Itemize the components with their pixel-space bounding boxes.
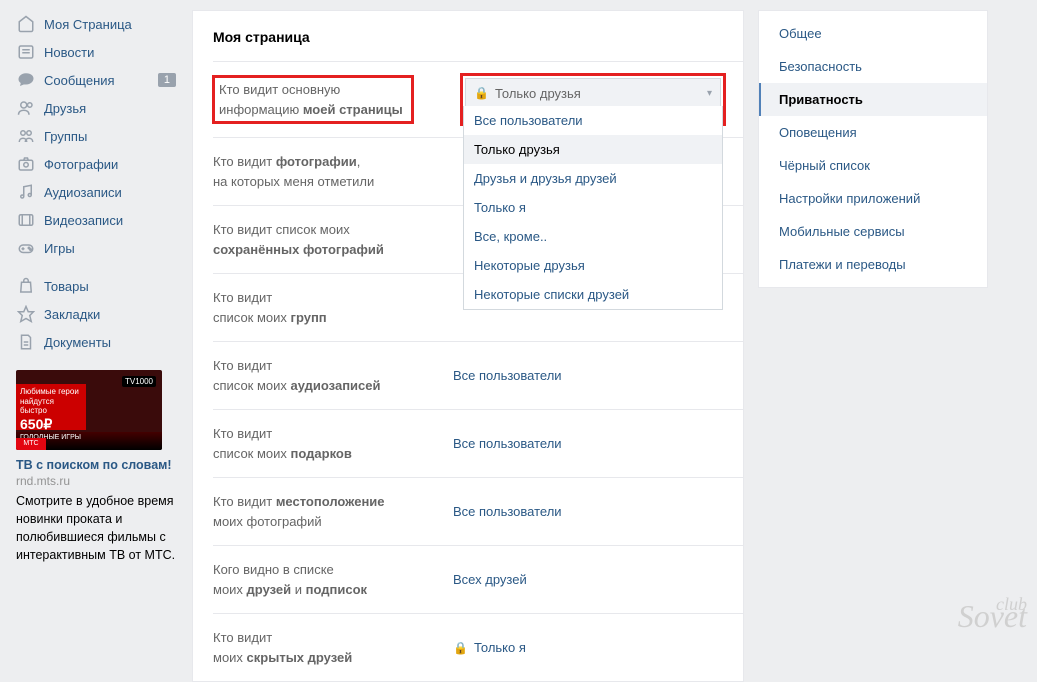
left-nav: Моя Страница Новости Сообщения 1 Друзья … [10, 10, 182, 682]
lock-icon: 🔒 [474, 86, 489, 100]
tab-notifications[interactable]: Оповещения [759, 116, 987, 149]
privacy-dropdown[interactable]: 🔒 Только друзья ▾ Все пользователи Тольк… [463, 76, 723, 123]
friends-icon [16, 98, 36, 118]
ad-title: ТВ с поиском по словам! [16, 458, 178, 472]
tab-blacklist[interactable]: Чёрный список [759, 149, 987, 182]
setting-row-friends-list: Кого видно в списке моих друзей и подпис… [213, 545, 743, 613]
setting-value[interactable]: Все пользователи [453, 424, 723, 463]
setting-value[interactable]: Все пользователи [453, 356, 723, 395]
watermark: club Sovet [958, 598, 1027, 627]
gamepad-icon [16, 238, 36, 258]
nav-groups[interactable]: Группы [10, 122, 182, 150]
ad-description: Смотрите в удобное время новинки проката… [16, 492, 178, 565]
tab-security[interactable]: Безопасность [759, 50, 987, 83]
ad-domain: rnd.mts.ru [16, 474, 178, 488]
tab-payments[interactable]: Платежи и переводы [759, 248, 987, 281]
nav-label: Сообщения [44, 73, 115, 88]
dropdown-option[interactable]: Только друзья [464, 135, 722, 164]
setting-value[interactable]: 🔒 Только я [453, 628, 723, 667]
nav-label: Документы [44, 335, 111, 350]
dropdown-option[interactable]: Друзья и друзья друзей [464, 164, 722, 193]
ad-channel-badge: TV1000 [122, 376, 156, 387]
nav-label: Аудиозаписи [44, 185, 122, 200]
setting-label: Кто видит список моих сохранённых фотогр… [213, 220, 453, 259]
dropdown-option[interactable]: Только я [464, 193, 722, 222]
nav-photos[interactable]: Фотографии [10, 150, 182, 178]
nav-label: Игры [44, 241, 75, 256]
ad-block[interactable]: TV1000 Любимые герои найдутся быстро 650… [10, 370, 182, 565]
groups-icon [16, 126, 36, 146]
nav-divider [10, 262, 182, 272]
dropdown-option[interactable]: Некоторые друзья [464, 251, 722, 280]
nav-friends[interactable]: Друзья [10, 94, 182, 122]
nav-label: Товары [44, 279, 89, 294]
home-icon [16, 14, 36, 34]
setting-label: Кто видит список моих подарков [213, 424, 453, 463]
ad-strip: Любимые герои найдутся быстро 650₽ [16, 384, 86, 430]
nav-label: Закладки [44, 307, 100, 322]
nav-label: Новости [44, 45, 94, 60]
dropdown-option[interactable]: Все, кроме.. [464, 222, 722, 251]
dropdown-option[interactable]: Все пользователи [464, 106, 722, 135]
setting-label: Кого видно в списке моих друзей и подпис… [213, 560, 453, 599]
nav-bookmarks[interactable]: Закладки [10, 300, 182, 328]
tab-privacy[interactable]: Приватность [759, 83, 987, 116]
setting-row-gifts: Кто видит список моих подарков Все польз… [213, 409, 743, 477]
ad-image: TV1000 Любимые герои найдутся быстро 650… [16, 370, 162, 450]
nav-audio[interactable]: Аудиозаписи [10, 178, 182, 206]
setting-label: Кто видит список моих групп [213, 288, 453, 327]
tab-general[interactable]: Общее [759, 17, 987, 50]
setting-label: Кто видит местоположение моих фотографий [213, 492, 453, 531]
nav-label: Видеозаписи [44, 213, 123, 228]
nav-games[interactable]: Игры [10, 234, 182, 262]
setting-row-basic-info: Кто видит основную информацию моей стран… [213, 61, 743, 137]
lock-icon: 🔒 [453, 641, 468, 655]
setting-row-audio: Кто видит список моих аудиозаписей Все п… [213, 341, 743, 409]
setting-label: Кто видит моих скрытых друзей [213, 628, 453, 667]
setting-value[interactable]: Всех друзей [453, 560, 723, 599]
ad-mts-logo: МТС [16, 438, 46, 450]
nav-video[interactable]: Видеозаписи [10, 206, 182, 234]
setting-label: Кто видит список моих аудиозаписей [213, 356, 453, 395]
document-icon [16, 332, 36, 352]
setting-value[interactable]: Все пользователи [453, 492, 723, 531]
nav-label: Друзья [44, 101, 86, 116]
music-icon [16, 182, 36, 202]
nav-my-page[interactable]: Моя Страница [10, 10, 182, 38]
nav-news[interactable]: Новости [10, 38, 182, 66]
camera-icon [16, 154, 36, 174]
page-title: Моя страница [193, 11, 743, 61]
settings-panel: Моя страница Кто видит основную информац… [192, 10, 744, 682]
nav-label: Фотографии [44, 157, 118, 172]
star-icon [16, 304, 36, 324]
nav-market[interactable]: Товары [10, 272, 182, 300]
dropdown-selected[interactable]: 🔒 Только друзья ▾ [465, 78, 721, 108]
tab-app-settings[interactable]: Настройки приложений [759, 182, 987, 215]
dropdown-option[interactable]: Некоторые списки друзей [464, 280, 722, 309]
bag-icon [16, 276, 36, 296]
nav-docs[interactable]: Документы [10, 328, 182, 356]
chevron-down-icon: ▾ [707, 88, 712, 99]
nav-label: Группы [44, 129, 87, 144]
message-icon [16, 70, 36, 90]
setting-label: Кто видит основную информацию моей стран… [213, 76, 413, 123]
nav-messages[interactable]: Сообщения 1 [10, 66, 182, 94]
setting-row-hidden-friends: Кто видит моих скрытых друзей 🔒 Только я [213, 613, 743, 681]
news-icon [16, 42, 36, 62]
nav-label: Моя Страница [44, 17, 132, 32]
dropdown-menu: Все пользователи Только друзья Друзья и … [463, 106, 723, 310]
settings-tabs: Общее Безопасность Приватность Оповещени… [758, 10, 988, 288]
tab-mobile[interactable]: Мобильные сервисы [759, 215, 987, 248]
video-icon [16, 210, 36, 230]
setting-row-location: Кто видит местоположение моих фотографий… [213, 477, 743, 545]
messages-badge: 1 [158, 73, 176, 87]
setting-label: Кто видит фотографии, на которых меня от… [213, 152, 453, 191]
